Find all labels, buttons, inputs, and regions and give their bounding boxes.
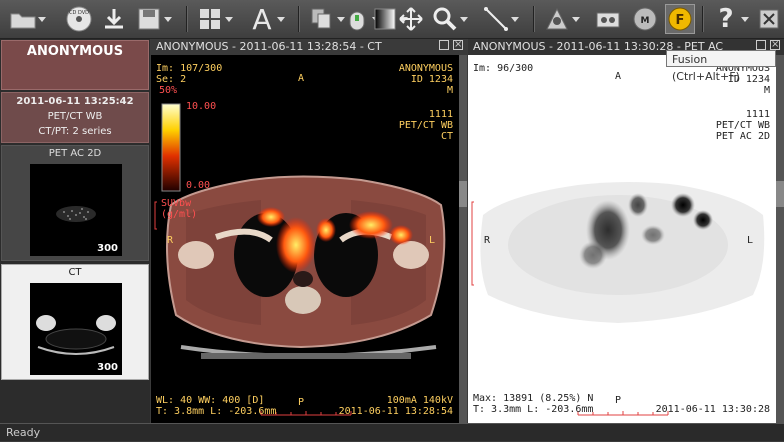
slice-thickness: T: 3.3mm L: -203.6mm [473,404,594,415]
scroll-thumb[interactable] [459,181,467,207]
max-value: Max: 13891 (8.25%) N [473,393,594,404]
study-card[interactable]: 2011-06-11 13:25:42 PET/CT WB CT/PT: 2 s… [1,92,149,143]
viewport-ct-fusion[interactable]: ANONYMOUS - 2011-06-11 13:28:54 - CT × I… [151,39,467,423]
patient-info: ANONYMOUS ID 1234 M [399,63,453,96]
orientation-bottom: P [298,397,305,408]
series-thumbnail: 300 [30,164,122,256]
viewport-pet[interactable]: ANONYMOUS - 2011-06-11 13:30:28 - PET AC… [468,39,784,423]
study-info: CT/PT: 2 series [38,126,112,137]
series-sidebar: ANONYMOUS 2011-06-11 13:25:42 PET/CT WB … [0,39,150,423]
fusion-opacity: 50% [159,85,178,96]
settings-icon[interactable] [757,4,781,34]
orientation-left: R [484,235,491,246]
image-count: 300 [97,243,118,254]
study-description: PET/CT WB [47,111,103,122]
scale-max: 10.00 [186,101,217,112]
zoom-icon[interactable] [430,4,468,34]
series-stack-icon[interactable] [307,4,345,34]
orientation-top: A [615,71,622,82]
cd-dvd-icon[interactable]: CD DVD [64,4,94,34]
acquisition-datetime: 2011-06-11 13:30:28 [655,404,770,415]
patient-sex: M [446,85,453,96]
download-icon[interactable] [99,4,129,34]
save-icon[interactable] [134,4,172,34]
mip-icon[interactable]: M [630,4,660,34]
measure-icon[interactable] [481,4,519,34]
study-info: 1111 PET/CT WB PET AC 2D [716,109,770,142]
series-thumbnail: 300 [30,283,122,375]
series-label: CT [68,267,82,278]
open-folder-icon[interactable] [8,4,46,34]
series-item-pet[interactable]: PET AC 2D 300 [1,145,149,261]
viewport-scrollbar[interactable] [776,55,784,423]
svg-text:F: F [676,13,685,28]
viewport-scrollbar[interactable] [459,55,467,423]
series-label: PET AC 2D [48,148,102,159]
study-description: PET/CT WB [715,120,770,131]
orientation-bottom: P [615,395,622,406]
close-icon[interactable]: × [453,40,463,50]
svg-text:M: M [641,16,650,26]
patient-sex: M [763,85,770,96]
tube-params: 100mA 140kV [386,395,453,406]
study-id: 1111 [428,109,453,120]
scroll-thumb[interactable] [776,181,784,207]
units-label: SUVbw [161,198,192,209]
image-number: Im: 107/300 [156,63,223,74]
fusion-icon[interactable]: F [665,4,695,34]
scale-min: 0.00 [186,180,211,191]
series-item-ct[interactable]: CT 300 [1,264,149,380]
cd-label: CD DVD [69,10,89,16]
pet-image[interactable]: Im: 96/300 A P R L ANONYMOUS ID 1234 M 1… [468,55,776,423]
mpr-icon[interactable] [542,4,580,34]
series-number: Se: 2 [156,74,187,85]
study-date: 2011-06-11 13:25:42 [16,96,134,107]
pan-icon[interactable] [396,4,426,34]
help-icon[interactable]: ? [711,4,749,34]
study-description: PET/CT WB [398,120,453,131]
series-description: PET AC 2D [715,131,770,142]
close-icon[interactable]: × [770,40,780,50]
maximize-icon[interactable] [439,40,449,50]
orientation-left: R [167,235,174,246]
orientation-right: L [429,235,436,246]
maximize-icon[interactable] [756,40,766,50]
patient-name: ANONYMOUS [398,63,453,74]
image-count: 300 [97,362,118,373]
layout-grid-icon[interactable] [195,4,233,34]
ct-image[interactable]: Im: 107/300 Se: 2 50% 10.00 0.00 SUVbw (… [151,55,459,423]
patient-name[interactable]: ANONYMOUS [1,40,149,90]
units-label-2: (g/ml) [161,209,198,220]
fusion-tooltip: Fusion (Ctrl+Alt+F) [666,50,776,83]
acquisition-datetime: 2011-06-11 13:28:54 [338,406,453,417]
movie-icon[interactable] [593,4,623,34]
image-number: Im: 96/300 [473,63,534,74]
orientation-right: L [747,235,754,246]
study-id: 1111 [745,109,770,120]
orientation-top: A [298,73,305,84]
modality: CT [440,131,453,142]
viewport-header: ANONYMOUS - 2011-06-11 13:28:54 - CT × [151,39,467,55]
toolbar: CD DVD A M F ? [0,0,784,39]
status-bar: Ready [0,423,784,441]
slice-thickness: T: 3.8mm L: -203.6mm [156,406,277,417]
mouse-tool-icon[interactable] [342,4,380,34]
viewport-title: ANONYMOUS - 2011-06-11 13:28:54 - CT [156,40,382,53]
text-annotation-icon[interactable]: A [247,3,285,36]
patient-id: ID 1234 [410,74,453,85]
study-info: 1111 PET/CT WB CT [399,109,453,142]
window-level: WL: 40 WW: 400 [D] [156,395,265,406]
